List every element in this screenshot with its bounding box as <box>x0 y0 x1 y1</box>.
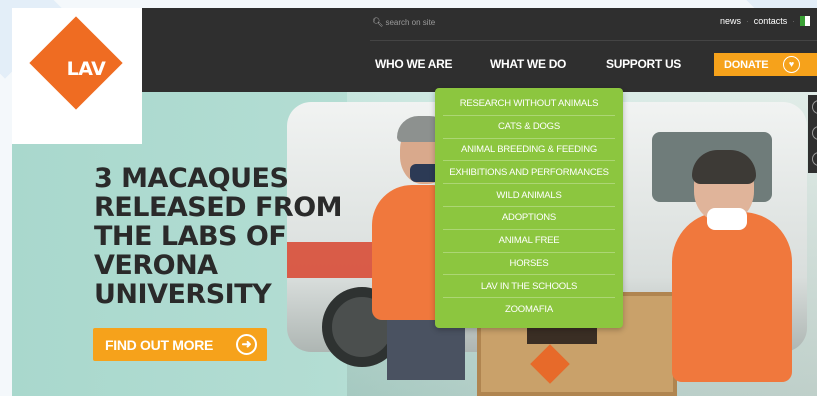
dropdown-item-animal-free[interactable]: ANIMAL FREE <box>443 230 615 253</box>
person-right-mask <box>707 208 747 230</box>
dropdown-item-adoptions[interactable]: ADOPTIONS <box>443 207 615 230</box>
donate-label: DONATE <box>724 58 769 71</box>
logo[interactable]: LAV <box>12 8 142 144</box>
dropdown-item-exhibitions-performances[interactable]: EXHIBITIONS AND PERFORMANCES <box>443 161 615 185</box>
news-link[interactable]: news <box>720 16 741 26</box>
nav-who-we-are[interactable]: WHO WE ARE <box>375 57 453 71</box>
person-right-hair <box>692 150 756 184</box>
person-right-body <box>672 212 792 382</box>
find-out-more-label: FIND OUT MORE <box>105 336 214 353</box>
headline-line: RELEASED FROM <box>94 192 343 223</box>
dropdown-item-research-without-animals[interactable]: RESEARCH WITHOUT ANIMALS <box>443 93 615 116</box>
dropdown-item-wild-animals[interactable]: WILD ANIMALS <box>443 184 615 207</box>
nav-what-we-do[interactable]: WHAT WE DO <box>490 57 566 71</box>
find-out-more-button[interactable]: FIND OUT MORE ➜ <box>93 328 267 361</box>
logo-text: LAV <box>66 58 106 80</box>
site-header <box>142 8 817 92</box>
what-we-do-dropdown: RESEARCH WITHOUT ANIMALS CATS & DOGS ANI… <box>435 88 623 328</box>
utility-separator: · <box>746 16 749 26</box>
language-flag-icon[interactable] <box>799 16 810 26</box>
search-box[interactable]: 🔍︎ search on site <box>372 17 435 28</box>
dropdown-item-horses[interactable]: HORSES <box>443 253 615 276</box>
arrow-right-circle-icon: ➜ <box>236 334 257 355</box>
headline-line: THE LABS OF <box>94 221 287 252</box>
utility-separator: · <box>792 16 795 26</box>
dropdown-item-zoomafia[interactable]: ZOOMAFIA <box>443 298 615 321</box>
dropdown-item-animal-breeding-feeding[interactable]: ANIMAL BREEDING & FEEDING <box>443 139 615 162</box>
utility-links: news · contacts · <box>720 16 810 26</box>
hero-headline: 3 MACAQUES RELEASED FROM THE LABS OF VER… <box>94 164 364 309</box>
nav-support-us[interactable]: SUPPORT US <box>606 57 681 71</box>
donate-button[interactable]: DONATE <box>714 53 817 76</box>
headline-line: VERONA <box>94 250 218 281</box>
headline-line: UNIVERSITY <box>94 279 272 310</box>
search-input[interactable]: search on site <box>385 18 435 27</box>
dropdown-item-cats-dogs[interactable]: CATS & DOGS <box>443 116 615 139</box>
contacts-link[interactable]: contacts <box>754 16 788 26</box>
heart-icon: ♥ <box>783 56 800 73</box>
dropdown-item-lav-in-the-schools[interactable]: LAV IN THE SCHOOLS <box>443 275 615 299</box>
headline-line: 3 MACAQUES <box>94 163 289 194</box>
header-divider <box>370 40 817 41</box>
search-icon: 🔍︎ <box>372 17 384 27</box>
